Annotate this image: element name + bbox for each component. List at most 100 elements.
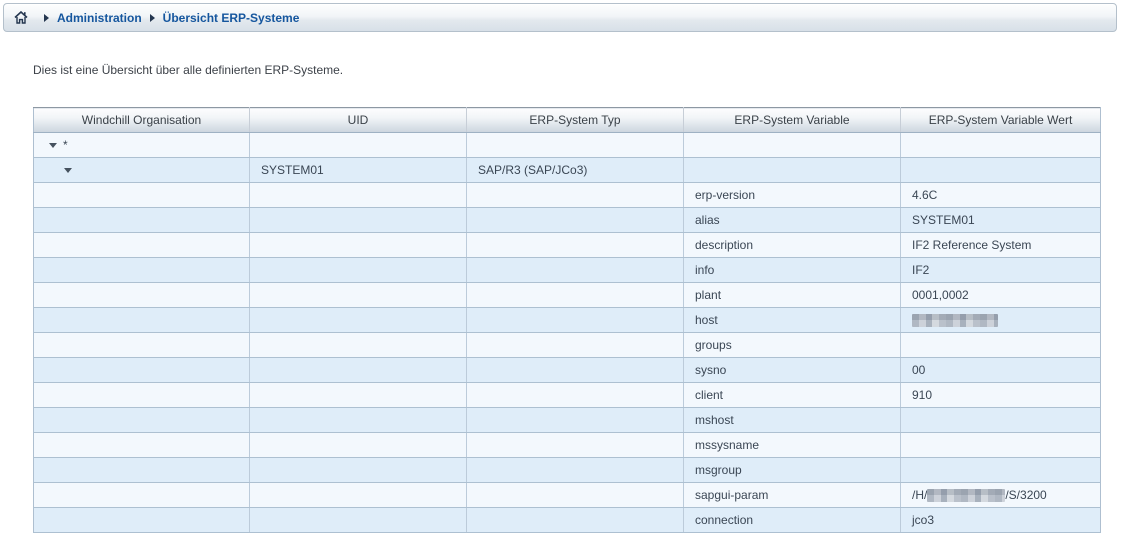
variable-cell: sysno: [684, 358, 901, 383]
variable-cell: client: [684, 383, 901, 408]
org-cell: *: [34, 133, 250, 158]
uid-cell: [250, 133, 467, 158]
value-cell: 4.6C: [901, 183, 1101, 208]
uid-cell: [250, 333, 467, 358]
uid-cell: [250, 283, 467, 308]
org-cell: [34, 308, 250, 333]
variable-cell: description: [684, 233, 901, 258]
column-header-erp-system-variable-wert: ERP-System Variable Wert: [901, 108, 1101, 133]
uid-cell: [250, 183, 467, 208]
erp-type-cell: [467, 208, 684, 233]
erp-type-cell: [467, 508, 684, 533]
org-cell: [34, 158, 250, 183]
breadcrumb-item-uebersicht-erp-systeme[interactable]: Übersicht ERP-Systeme: [163, 11, 300, 25]
variable-cell: sapgui-param: [684, 483, 901, 508]
uid-cell: SYSTEM01: [250, 158, 467, 183]
table-row: client910: [34, 383, 1101, 408]
erp-type-cell: [467, 233, 684, 258]
erp-type-cell: [467, 258, 684, 283]
value-cell: [901, 333, 1101, 358]
variable-cell: host: [684, 308, 901, 333]
value-cell: SYSTEM01: [901, 208, 1101, 233]
variable-cell: connection: [684, 508, 901, 533]
variable-cell: [684, 133, 901, 158]
org-cell: [34, 333, 250, 358]
org-cell: [34, 358, 250, 383]
variable-cell: info: [684, 258, 901, 283]
table-row: mshost: [34, 408, 1101, 433]
value-cell: [901, 408, 1101, 433]
erp-type-cell: [467, 433, 684, 458]
uid-cell: [250, 433, 467, 458]
erp-type-cell: [467, 308, 684, 333]
org-cell: [34, 383, 250, 408]
value-cell: /H//S/3200: [901, 483, 1101, 508]
org-cell: [34, 208, 250, 233]
variable-cell: alias: [684, 208, 901, 233]
erp-type-cell: [467, 383, 684, 408]
value-cell: [901, 133, 1101, 158]
erp-type-cell: SAP/R3 (SAP/JCo3): [467, 158, 684, 183]
org-cell: [34, 258, 250, 283]
erp-type-cell: [467, 283, 684, 308]
value-cell: IF2: [901, 258, 1101, 283]
org-cell: [34, 508, 250, 533]
column-header-uid: UID: [250, 108, 467, 133]
table-row: msgroup: [34, 458, 1101, 483]
org-cell: [34, 408, 250, 433]
uid-cell: [250, 308, 467, 333]
erp-type-cell: [467, 183, 684, 208]
table-row: SYSTEM01SAP/R3 (SAP/JCo3): [34, 158, 1101, 183]
table-row: aliasSYSTEM01: [34, 208, 1101, 233]
column-header-erp-system-typ: ERP-System Typ: [467, 108, 684, 133]
value-cell: 0001,0002: [901, 283, 1101, 308]
value-cell: [901, 308, 1101, 333]
value-cell: IF2 Reference System: [901, 233, 1101, 258]
uid-cell: [250, 508, 467, 533]
table-row: sapgui-param/H//S/3200: [34, 483, 1101, 508]
org-cell: [34, 233, 250, 258]
erp-type-cell: [467, 458, 684, 483]
value-cell: [901, 158, 1101, 183]
tree-expander-icon[interactable]: [64, 168, 72, 173]
org-cell: [34, 183, 250, 208]
breadcrumb: Administration Übersicht ERP-Systeme: [3, 3, 1117, 32]
erp-type-cell: [467, 408, 684, 433]
value-cell: [901, 433, 1101, 458]
variable-cell: mshost: [684, 408, 901, 433]
erp-systems-table: Windchill Organisation UID ERP-System Ty…: [33, 107, 1101, 533]
variable-cell: erp-version: [684, 183, 901, 208]
table-header-row: Windchill Organisation UID ERP-System Ty…: [34, 108, 1101, 133]
table-row: *: [34, 133, 1101, 158]
uid-cell: [250, 383, 467, 408]
tree-expander-icon[interactable]: [49, 143, 57, 148]
table-row: descriptionIF2 Reference System: [34, 233, 1101, 258]
variable-cell: mssysname: [684, 433, 901, 458]
home-icon[interactable]: [14, 11, 28, 24]
variable-cell: plant: [684, 283, 901, 308]
org-cell: [34, 433, 250, 458]
table-row: groups: [34, 333, 1101, 358]
chevron-right-icon: [44, 14, 49, 22]
value-cell: 910: [901, 383, 1101, 408]
table-row: host: [34, 308, 1101, 333]
chevron-right-icon: [150, 14, 155, 22]
column-header-windchill-organisation: Windchill Organisation: [34, 108, 250, 133]
table-row: sysno00: [34, 358, 1101, 383]
erp-type-cell: [467, 483, 684, 508]
uid-cell: [250, 208, 467, 233]
uid-cell: [250, 233, 467, 258]
uid-cell: [250, 408, 467, 433]
erp-type-cell: [467, 133, 684, 158]
uid-cell: [250, 458, 467, 483]
erp-type-cell: [467, 358, 684, 383]
table-row: mssysname: [34, 433, 1101, 458]
table-row: infoIF2: [34, 258, 1101, 283]
org-cell: [34, 283, 250, 308]
erp-type-cell: [467, 333, 684, 358]
variable-cell: groups: [684, 333, 901, 358]
org-cell: [34, 483, 250, 508]
page-description: Dies ist eine Übersicht über alle defini…: [33, 63, 343, 77]
breadcrumb-item-administration[interactable]: Administration: [57, 11, 142, 25]
value-cell: [901, 458, 1101, 483]
